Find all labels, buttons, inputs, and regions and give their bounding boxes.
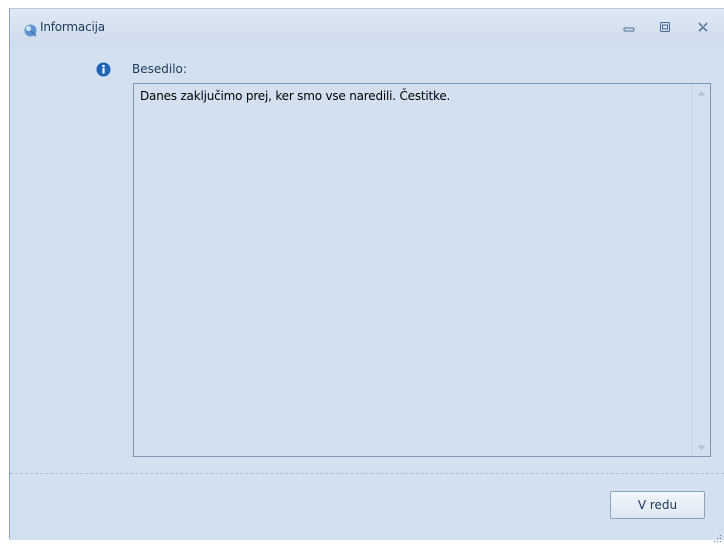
dialog-window: Informacija Besedilo: Danes zaključimo p… xyxy=(9,8,724,543)
maximize-button[interactable] xyxy=(657,19,673,35)
window-title: Informacija xyxy=(40,20,105,34)
ok-button[interactable]: V redu xyxy=(610,491,705,519)
info-icon xyxy=(96,62,111,77)
dialog-content: Besedilo: Danes zaključimo prej, ker smo… xyxy=(10,45,724,473)
message-text-box[interactable]: Danes zaključimo prej, ker smo vse nared… xyxy=(133,83,711,457)
message-text: Danes zaključimo prej, ker smo vse nared… xyxy=(140,89,451,103)
message-label: Besedilo: xyxy=(132,62,187,76)
scroll-up-button[interactable] xyxy=(693,84,710,101)
chevron-down-icon xyxy=(697,445,706,450)
close-icon xyxy=(697,21,709,33)
dialog-footer: V redu xyxy=(10,474,724,543)
minimize-button[interactable] xyxy=(621,19,637,35)
vertical-scrollbar[interactable] xyxy=(692,84,710,456)
minimize-icon xyxy=(623,21,635,33)
title-bar[interactable]: Informacija xyxy=(10,9,724,45)
chevron-up-icon xyxy=(697,90,706,95)
resize-grip-icon[interactable] xyxy=(712,528,722,543)
scroll-down-button[interactable] xyxy=(693,439,710,456)
app-logo-icon xyxy=(24,22,37,37)
maximize-icon xyxy=(659,21,671,33)
close-button[interactable] xyxy=(695,19,711,35)
